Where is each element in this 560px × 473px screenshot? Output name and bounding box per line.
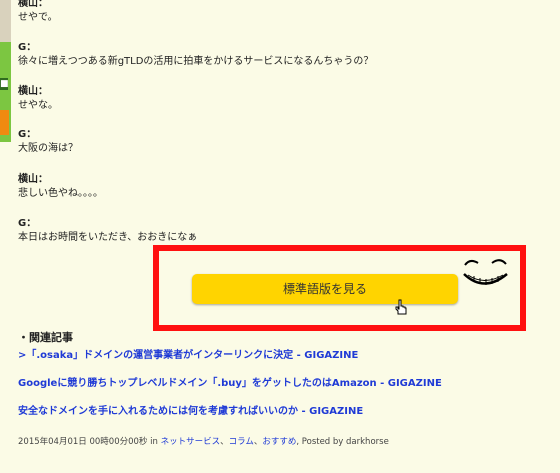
left-ad-icon: ■	[0, 78, 9, 90]
related-heading: ・関連記事	[18, 331, 73, 344]
left-sidebar-ad[interactable]: ■	[0, 0, 11, 473]
speaker-name: 横山：	[18, 174, 48, 185]
speaker-name: 横山：	[18, 0, 48, 9]
dialog-entry: G： 本日はお時間をいただき、おおきになぁ	[18, 217, 197, 245]
dialog-entry: G： 大阪の海は？	[18, 128, 78, 156]
speaker-text: 大阪の海は？	[18, 143, 78, 154]
standard-version-button[interactable]: 標準語版を見る	[192, 274, 458, 304]
pointer-hand-icon	[395, 299, 407, 315]
left-ad-button[interactable]	[0, 110, 9, 135]
speaker-text: 悲しい色やね。。。。	[18, 188, 103, 199]
speaker-text: せやで。	[18, 12, 58, 23]
post-date: 2015年04月01日 00時00分00秒 in	[18, 437, 158, 447]
speaker-name: G：	[18, 129, 37, 140]
speaker-text: 本日はお時間をいただき、おおきになぁ	[18, 232, 198, 243]
dialog-entry: 横山： せやで。	[18, 0, 58, 25]
speaker-name: 横山：	[18, 86, 48, 97]
speaker-text: せやな。	[18, 100, 58, 111]
dialog-entry: 横山： 悲しい色やね。。。。	[18, 173, 103, 201]
speaker-text: 徐々に増えつつある新gTLDの活用に拍車をかけるサービスになるんちゃうの？	[18, 56, 374, 67]
separator: 、	[220, 437, 229, 447]
grin-face-icon	[463, 259, 508, 285]
posted-by: , Posted by darkhorse	[296, 437, 389, 447]
dialog-entry: 横山： せやな。	[18, 85, 58, 113]
category-link[interactable]: おすすめ	[262, 437, 296, 447]
post-meta: 2015年04月01日 00時00分00秒 in ネットサービス、コラム、おすす…	[18, 435, 389, 447]
dialog-entry: G： 徐々に増えつつある新gTLDの活用に拍車をかけるサービスになるんちゃうの？	[18, 41, 373, 69]
related-link[interactable]: >「.osaka」ドメインの運営事業者がインターリンクに決定 - GIGAZIN…	[18, 346, 358, 361]
related-link[interactable]: Googleに競り勝ちトップレベルドメイン「.buy」をゲットしたのはAmazo…	[18, 374, 442, 389]
left-ad-image	[0, 0, 11, 42]
related-link[interactable]: 安全なドメインを手に入れるためには何を考慮すればいいのか - GIGAZINE	[18, 402, 363, 417]
speaker-name: G：	[18, 218, 37, 229]
category-link[interactable]: コラム	[229, 437, 254, 447]
speaker-name: G：	[18, 42, 37, 53]
category-link[interactable]: ネットサービス	[161, 437, 221, 447]
